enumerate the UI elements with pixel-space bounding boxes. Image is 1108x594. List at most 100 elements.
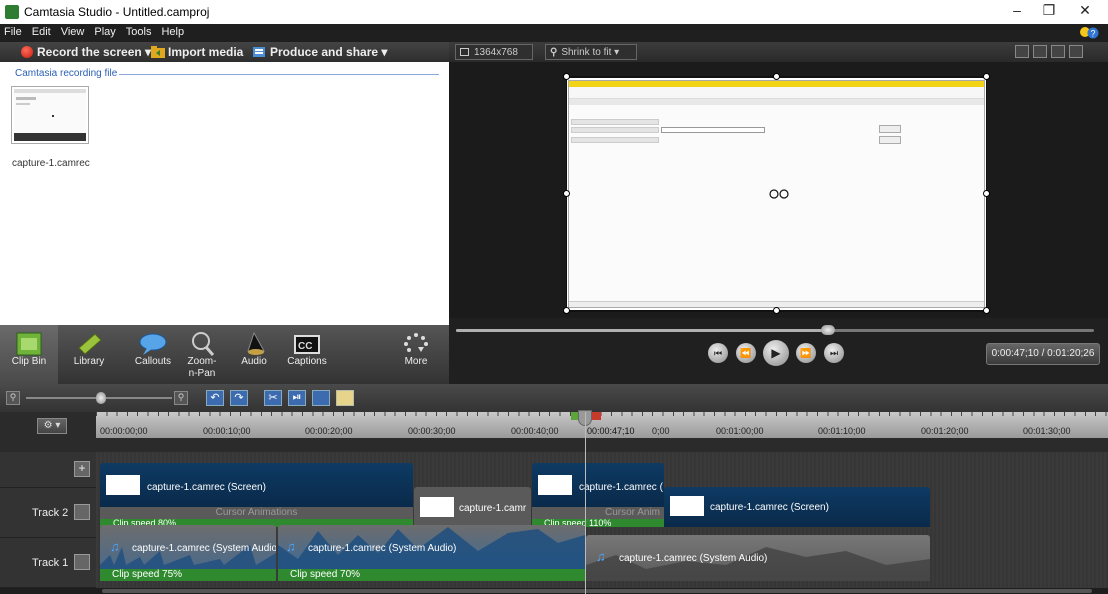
zoom-in-icon[interactable]: ⚲: [174, 391, 188, 405]
menu-tools[interactable]: Tools: [122, 24, 158, 38]
clip-label: capture-1.camrec (Screen): [147, 482, 266, 493]
rewind-icon[interactable]: ⏪: [736, 343, 756, 363]
crop-icon[interactable]: [1015, 45, 1029, 58]
tab-label: More: [404, 356, 428, 367]
menu-help[interactable]: Help: [157, 24, 190, 38]
clip-speed-bar[interactable]: Clip speed 70%: [278, 569, 585, 581]
detach-icon[interactable]: [1069, 45, 1083, 58]
redo-icon[interactable]: ↷: [230, 390, 248, 406]
cursor-animations-lane[interactable]: Cursor Anim: [532, 507, 664, 519]
clip-bin-content: Camtasia recording file capture-1.camrec: [0, 62, 449, 325]
ruler-tick: 00:00:40;00: [511, 426, 559, 436]
tab-zoom-n-pan[interactable]: Zoom-n-Pan: [180, 325, 224, 384]
produce-share-button[interactable]: Produce and share ▾: [270, 45, 387, 59]
track2-screen-clip-3[interactable]: capture-1.camrec (: [532, 463, 664, 507]
seek-thumb[interactable]: [821, 325, 835, 335]
clip-label: capture-1.camr: [459, 503, 527, 514]
help-icon[interactable]: ?: [1078, 25, 1100, 40]
lock-icon[interactable]: [74, 504, 90, 520]
svg-text:?: ?: [1091, 29, 1096, 39]
play-icon[interactable]: ▶: [763, 340, 789, 366]
import-folder-icon: [151, 46, 165, 58]
lock-icon[interactable]: [74, 554, 90, 570]
resize-handle[interactable]: [983, 73, 990, 80]
main-toolbar: Record the screen ▾ Import media Produce…: [0, 42, 449, 62]
zoom-slider-thumb[interactable]: [96, 392, 106, 404]
minimize-icon[interactable]: –: [1002, 2, 1032, 22]
skip-end-icon[interactable]: ⏭: [824, 343, 844, 363]
music-note-icon: ♫: [110, 539, 120, 554]
tab-clip-bin[interactable]: Clip Bin: [0, 325, 58, 384]
record-icon: [21, 46, 33, 58]
track2-screen-clip[interactable]: capture-1.camrec (Screen): [100, 463, 413, 507]
zoom-out-icon[interactable]: ⚲: [6, 391, 20, 405]
clip-speed-bar[interactable]: Clip speed 75%: [100, 569, 276, 581]
resize-handle[interactable]: [983, 307, 990, 314]
resize-handle[interactable]: [563, 307, 570, 314]
record-screen-button[interactable]: Record the screen ▾: [37, 45, 151, 59]
tab-label: Zoom-n-Pan: [187, 356, 217, 379]
tab-library[interactable]: Library: [62, 325, 116, 384]
menu-play[interactable]: Play: [90, 24, 121, 38]
svg-text:CC: CC: [298, 341, 312, 352]
timeline-toolbar: ⚲ ⚲ ↶ ↷ ✂ ⏯: [0, 384, 1108, 412]
timeline-scroll-thumb[interactable]: [102, 589, 1092, 593]
resize-handle[interactable]: [773, 307, 780, 314]
tab-callouts[interactable]: Callouts: [126, 325, 180, 384]
track1-audio-clip-2[interactable]: ♫ capture-1.camrec (System Audio): [278, 525, 585, 569]
camtasia-app-icon: [5, 5, 19, 19]
menu-edit[interactable]: Edit: [28, 24, 57, 38]
skip-start-icon[interactable]: ⏮: [708, 343, 728, 363]
zoom-label: Shrink to fit ▾: [561, 47, 620, 58]
maximize-icon[interactable]: ❐: [1034, 2, 1064, 22]
music-note-icon: ♫: [286, 539, 296, 554]
import-media-button[interactable]: Import media: [168, 45, 243, 59]
zoom-dropdown[interactable]: ⚲ Shrink to fit ▾: [545, 44, 637, 60]
clip-filename[interactable]: capture-1.camrec: [12, 158, 90, 169]
film-icon: [16, 332, 42, 356]
cursor-animations-lane[interactable]: Cursor Animations: [100, 507, 413, 519]
tab-more[interactable]: More: [394, 325, 438, 384]
fullscreen-icon[interactable]: [1051, 45, 1065, 58]
clip-label: capture-1.camrec (System Audio): [619, 553, 768, 564]
clip-bin-header: Camtasia recording file: [15, 68, 118, 79]
cut-icon[interactable]: ✂: [264, 390, 282, 406]
tab-label: Clip Bin: [11, 356, 47, 367]
track-options-gear-icon[interactable]: ⚙ ▾: [37, 418, 67, 434]
track-1-header[interactable]: Track 1: [0, 538, 96, 588]
paste-icon[interactable]: [336, 390, 354, 406]
tab-label: Library: [73, 356, 105, 367]
track2-screen-clip-short[interactable]: capture-1.camr: [414, 487, 531, 529]
clip-label: capture-1.camrec (System Audio: [132, 543, 276, 554]
resize-handle[interactable]: [773, 73, 780, 80]
header-divider: [119, 74, 439, 75]
add-track-icon[interactable]: +: [74, 461, 90, 477]
track1-audio-clip[interactable]: ♫ capture-1.camrec (System Audio: [100, 525, 276, 569]
speaker-icon: [247, 331, 265, 355]
ruler-tick: 00:01:10;00: [818, 426, 866, 436]
split-icon[interactable]: ⏯: [288, 390, 306, 406]
callout-icon: [139, 333, 167, 355]
menu-view[interactable]: View: [57, 24, 91, 38]
track-2-header[interactable]: Track 2: [0, 488, 96, 538]
resize-handle[interactable]: [563, 73, 570, 80]
rotate-icon[interactable]: [769, 189, 789, 199]
resize-handle[interactable]: [563, 190, 570, 197]
ruler-tick: 0;00: [652, 426, 670, 436]
menu-file[interactable]: File: [0, 24, 28, 38]
clip-thumbnail[interactable]: [11, 86, 89, 144]
tab-audio[interactable]: Audio: [232, 325, 276, 384]
close-icon[interactable]: ✕: [1070, 2, 1100, 22]
library-icon: [78, 333, 102, 355]
music-note-icon: ♫: [596, 549, 606, 564]
undo-icon[interactable]: ↶: [206, 390, 224, 406]
track2-screen-clip-4[interactable]: capture-1.camrec (Screen): [664, 487, 930, 527]
pan-hand-icon[interactable]: [1033, 45, 1047, 58]
fast-forward-icon[interactable]: ⏩: [796, 343, 816, 363]
tab-captions[interactable]: CC Captions: [282, 325, 332, 384]
resize-handle[interactable]: [983, 190, 990, 197]
track1-audio-clip-3[interactable]: ♫ capture-1.camrec (System Audio): [586, 535, 930, 581]
dimensions-button[interactable]: 1364x768: [455, 44, 533, 60]
cc-icon: CC: [294, 335, 320, 354]
copy-icon[interactable]: [312, 390, 330, 406]
